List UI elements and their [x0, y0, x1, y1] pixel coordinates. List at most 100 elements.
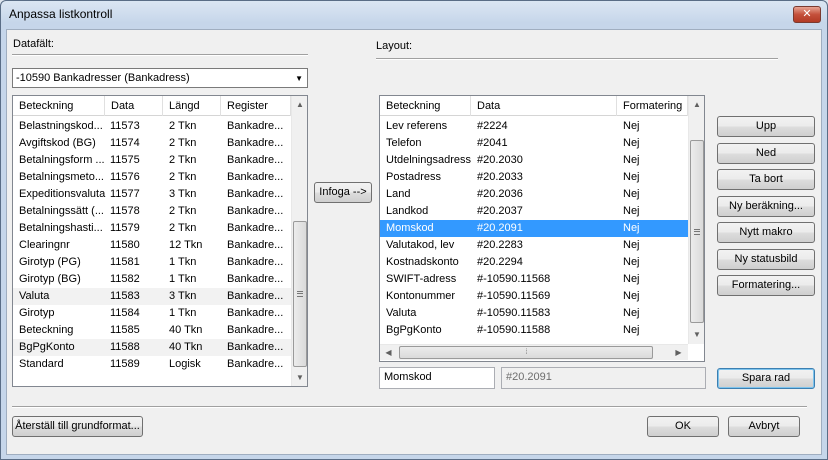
table-cell: #2224: [477, 120, 508, 132]
scroll-right-icon[interactable]: ▶: [670, 345, 687, 361]
right-horizontal-scrollbar[interactable]: ◀ ⁞ ▶: [380, 344, 688, 360]
table-cell: Momskod: [386, 222, 434, 234]
table-row[interactable]: Utdelningsadress #20.2030 Nej: [380, 152, 688, 169]
table-row[interactable]: Land #20.2036 Nej: [380, 186, 688, 203]
column-header-register[interactable]: Register: [221, 96, 291, 116]
left-scroll-thumb[interactable]: [293, 221, 307, 367]
table-row[interactable]: Lev referens #2224 Nej: [380, 118, 688, 135]
scroll-up-icon[interactable]: ▲: [292, 96, 307, 113]
table-row[interactable]: BgPgKonto #-10590.11588 Nej: [380, 322, 688, 339]
list-cell: Bankadre...: [227, 137, 284, 149]
row-name-input[interactable]: Momskod: [379, 367, 495, 389]
list-cell: 11584: [110, 307, 140, 319]
list-item[interactable]: Girotyp (PG) 11581 1 Tkn Bankadre...: [13, 254, 291, 271]
title-bar: Anpassa listkontroll ✕: [1, 1, 827, 27]
table-row[interactable]: Valutakod, lev #20.2283 Nej: [380, 237, 688, 254]
table-cell: Nej: [623, 324, 640, 336]
list-item[interactable]: Girotyp (BG) 11582 1 Tkn Bankadre...: [13, 271, 291, 288]
list-cell: 11580: [110, 239, 140, 251]
table-cell: #20.2091: [477, 222, 523, 234]
table-row[interactable]: Kontonummer #-10590.11569 Nej: [380, 288, 688, 305]
list-cell: 12 Tkn: [169, 239, 203, 251]
list-cell: 1 Tkn: [169, 256, 197, 268]
layout-list[interactable]: Beteckning Data Formatering Lev referens…: [379, 95, 705, 362]
list-item[interactable]: Betalningshasti... 11579 2 Tkn Bankadre...: [13, 220, 291, 237]
insert-button[interactable]: Infoga -->: [314, 182, 372, 203]
list-cell: 11573: [110, 120, 140, 132]
scroll-down-icon[interactable]: ▼: [689, 326, 704, 343]
list-item[interactable]: Girotyp 11584 1 Tkn Bankadre...: [13, 305, 291, 322]
datafalt-label: Datafält:: [13, 38, 54, 50]
list-cell: 3 Tkn: [169, 188, 197, 200]
table-row[interactable]: Telefon #2041 Nej: [380, 135, 688, 152]
list-item[interactable]: Betalningssätt (... 11578 2 Tkn Bankadre...: [13, 203, 291, 220]
left-vertical-scrollbar[interactable]: ▲ ▼: [291, 96, 307, 386]
remove-button[interactable]: Ta bort: [717, 169, 815, 190]
down-button[interactable]: Ned: [717, 142, 815, 164]
table-cell: Nej: [623, 273, 640, 285]
chevron-down-icon[interactable]: ▼: [295, 74, 303, 83]
table-cell: Nej: [623, 205, 640, 217]
column-header-beteckning[interactable]: Beteckning: [13, 96, 105, 116]
table-cell: Nej: [623, 290, 640, 302]
list-cell: 11577: [110, 188, 140, 200]
list-cell: BgPgKonto: [19, 341, 75, 353]
table-cell: Utdelningsadress: [386, 154, 471, 166]
up-button[interactable]: Upp: [717, 116, 815, 137]
table-row[interactable]: Postadress #20.2033 Nej: [380, 169, 688, 186]
table-cell: Lev referens: [386, 120, 448, 132]
list-cell: 3 Tkn: [169, 290, 197, 302]
table-cell: #-10590.11568: [477, 273, 551, 285]
scroll-down-icon[interactable]: ▼: [292, 369, 307, 386]
column-header-beteckning[interactable]: Beteckning: [380, 96, 471, 116]
list-cell: 11581: [110, 256, 140, 268]
column-header-langd[interactable]: Längd: [163, 96, 221, 116]
datafalt-combobox[interactable]: -10590 Bankadresser (Bankadress) ▼: [12, 68, 308, 88]
ok-button[interactable]: OK: [647, 416, 719, 437]
list-item[interactable]: Betalningsform ... 11575 2 Tkn Bankadre...: [13, 152, 291, 169]
list-cell: 2 Tkn: [169, 154, 197, 166]
close-button[interactable]: ✕: [793, 6, 821, 23]
table-row[interactable]: Landkod #20.2037 Nej: [380, 203, 688, 220]
scroll-up-icon[interactable]: ▲: [689, 96, 704, 113]
list-cell: Girotyp (PG): [19, 256, 81, 268]
list-item[interactable]: Beteckning 11585 40 Tkn Bankadre...: [13, 322, 291, 339]
right-hscroll-thumb[interactable]: ⁞: [399, 346, 653, 359]
table-cell: Land: [386, 188, 411, 200]
list-item[interactable]: Betalningsmeto... 11576 2 Tkn Bankadre...: [13, 169, 291, 186]
scroll-left-icon[interactable]: ◀: [380, 345, 397, 361]
cancel-button[interactable]: Avbryt: [728, 416, 800, 437]
table-cell: Nej: [623, 188, 640, 200]
reset-format-button[interactable]: Återställ till grundformat...: [12, 416, 143, 437]
table-row[interactable]: SWIFT-adress #-10590.11568 Nej: [380, 271, 688, 288]
new-macro-button[interactable]: Nytt makro: [717, 222, 815, 243]
right-scroll-thumb[interactable]: [690, 140, 704, 323]
new-calculation-button[interactable]: Ny beräkning...: [717, 195, 815, 217]
list-item[interactable]: Avgiftskod (BG) 11574 2 Tkn Bankadre...: [13, 135, 291, 152]
list-cell: Clearingnr: [19, 239, 70, 251]
datafalt-list[interactable]: Beteckning Data Längd Register Belastnin…: [12, 95, 308, 387]
list-item[interactable]: Clearingnr 11580 12 Tkn Bankadre...: [13, 237, 291, 254]
list-item[interactable]: Belastningskod... 11573 2 Tkn Bankadre...: [13, 118, 291, 135]
list-cell: 11579: [110, 222, 140, 234]
list-item[interactable]: Standard 11589 Logisk Bankadre...: [13, 356, 291, 373]
table-row[interactable]: Kostnadskonto #20.2294 Nej: [380, 254, 688, 271]
column-header-data[interactable]: Data: [471, 96, 617, 116]
table-cell: #-10590.11569: [477, 290, 551, 302]
new-statusimage-button[interactable]: Ny statusbild: [717, 248, 815, 270]
table-cell: Telefon: [386, 137, 422, 149]
table-row[interactable]: Valuta #-10590.11583 Nej: [380, 305, 688, 322]
list-item[interactable]: Expeditionsvaluta 11577 3 Tkn Bankadre...: [13, 186, 291, 203]
table-row[interactable]: Momskod #20.2091 Nej: [380, 220, 688, 237]
column-header-formatering[interactable]: Formatering: [617, 96, 688, 116]
list-item[interactable]: BgPgKonto 11588 40 Tkn Bankadre...: [13, 339, 291, 356]
list-cell: Bankadre...: [227, 205, 284, 217]
column-header-data[interactable]: Data: [105, 96, 163, 116]
table-cell: Valuta: [386, 307, 417, 319]
right-vertical-scrollbar[interactable]: ▲ ▼: [688, 96, 704, 344]
formatting-button[interactable]: Formatering...: [717, 275, 815, 296]
list-cell: 11582: [110, 273, 140, 285]
save-row-button[interactable]: Spara rad: [717, 368, 815, 389]
list-item[interactable]: Valuta 11583 3 Tkn Bankadre...: [13, 288, 291, 305]
list-cell: Bankadre...: [227, 358, 284, 370]
